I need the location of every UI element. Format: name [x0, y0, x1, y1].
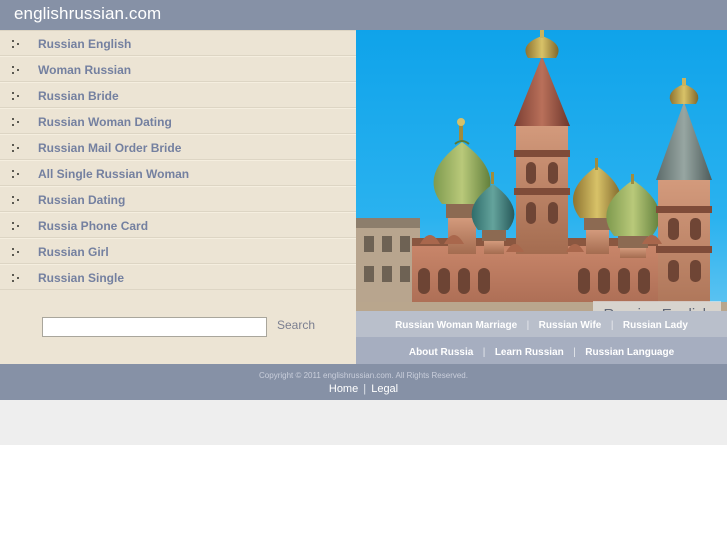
sidebar-item-label[interactable]: Russian Girl	[38, 245, 109, 259]
nav-link-russian-wife[interactable]: Russian Wife	[539, 320, 602, 331]
page-root: englishrussian.com Russian English Woman…	[0, 0, 727, 545]
three-dots-icon	[12, 170, 21, 179]
site-title: englishrussian.com	[14, 4, 162, 23]
list-item[interactable]: All Single Russian Woman	[0, 160, 356, 186]
sidebar-item-label[interactable]: Russian English	[38, 37, 131, 51]
nav-separator: |	[482, 347, 486, 358]
list-item[interactable]: Russian Dating	[0, 186, 356, 212]
three-dots-icon	[12, 40, 21, 49]
search-input[interactable]	[42, 317, 267, 337]
list-item[interactable]: Russia Phone Card	[0, 212, 356, 238]
list-item[interactable]: Russian English	[0, 30, 356, 56]
site-header: englishrussian.com	[0, 0, 727, 30]
saint-basils-cathedral-photo: Russian English	[356, 30, 727, 341]
three-dots-icon	[12, 196, 21, 205]
list-item[interactable]: Russian Woman Dating	[0, 108, 356, 134]
sidebar-item-label[interactable]: Russian Mail Order Bride	[38, 141, 181, 155]
search-row: Search	[0, 312, 356, 352]
nav-row-1: Russian Woman Marriage | Russian Wife | …	[356, 311, 727, 337]
footer-link-home[interactable]: Home	[329, 383, 358, 395]
list-item[interactable]: Russian Bride	[0, 82, 356, 108]
page-blank-area	[0, 445, 727, 545]
sidebar-item-label[interactable]: Russian Single	[38, 271, 124, 285]
site-footer: Copyright © 2011 englishrussian.com. All…	[0, 364, 727, 400]
sidebar-item-label[interactable]: Russian Woman Dating	[38, 115, 172, 129]
three-dots-icon	[12, 118, 21, 127]
three-dots-icon	[12, 222, 21, 231]
nav-separator: |	[526, 320, 530, 331]
three-dots-icon	[12, 248, 21, 257]
sidebar: Russian English Woman Russian Russian Br…	[0, 30, 356, 364]
sidebar-item-label[interactable]: All Single Russian Woman	[38, 167, 189, 181]
nav-link-about-russia[interactable]: About Russia	[409, 347, 473, 358]
footer-separator: |	[363, 383, 367, 395]
list-item[interactable]: Russian Single	[0, 264, 356, 290]
nav-separator: |	[610, 320, 614, 331]
list-item[interactable]: Woman Russian	[0, 56, 356, 82]
three-dots-icon	[12, 66, 21, 75]
search-button[interactable]: Search	[277, 318, 315, 332]
sidebar-item-label[interactable]: Russia Phone Card	[38, 219, 148, 233]
three-dots-icon	[12, 92, 21, 101]
sidebar-item-label[interactable]: Russian Dating	[38, 193, 125, 207]
three-dots-icon	[12, 274, 21, 283]
below-footer-band	[0, 400, 727, 445]
list-item[interactable]: Russian Girl	[0, 238, 356, 264]
keyword-list: Russian English Woman Russian Russian Br…	[0, 30, 356, 290]
footer-link-legal[interactable]: Legal	[371, 383, 398, 395]
footer-links: Home | Legal	[0, 380, 727, 395]
nav-link-learn-russian[interactable]: Learn Russian	[495, 347, 564, 358]
nav-link-russian-lady[interactable]: Russian Lady	[623, 320, 688, 331]
sidebar-item-label[interactable]: Russian Bride	[38, 89, 119, 103]
list-item[interactable]: Russian Mail Order Bride	[0, 134, 356, 160]
nav-separator: |	[573, 347, 576, 358]
nav-link-russian-woman-marriage[interactable]: Russian Woman Marriage	[395, 320, 517, 331]
copyright-text: Copyright © 2011 englishrussian.com. All…	[259, 371, 468, 380]
sidebar-item-label[interactable]: Woman Russian	[38, 63, 131, 77]
three-dots-icon	[12, 144, 21, 153]
nav-link-russian-language[interactable]: Russian Language	[585, 347, 674, 358]
nav-row-2: About Russia | Learn Russian | Russian L…	[356, 337, 727, 364]
